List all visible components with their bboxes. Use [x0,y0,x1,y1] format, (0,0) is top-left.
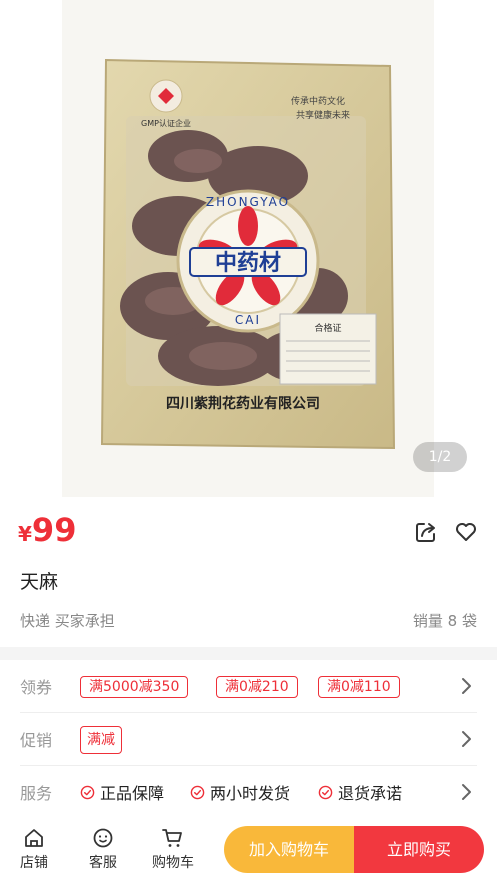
product-options: 领券 满5000减350 满0减210 满0减110 促销 满减 服务 正品保障… [0,660,497,820]
currency-symbol: ¥ [18,522,32,546]
customer-service-tab[interactable]: 客服 [75,826,131,872]
customer-service-tab-label: 客服 [89,855,117,871]
packet-gmp-text: GMP认证企业 [141,118,191,128]
cart-tab-label: 购物车 [152,855,194,871]
service-row[interactable]: 服务 正品保障 两小时发货 退货承诺 [0,766,497,818]
image-counter: 1/2 [413,442,467,472]
coupon-row[interactable]: 领券 满5000减350 满0减210 满0减110 [0,660,497,712]
service-item: 两小时发货 [190,780,290,804]
packet-slogan-2-text: 共享健康未来 [296,109,350,121]
cart-icon [162,829,182,847]
chevron-right-icon [462,731,471,747]
product-title: 天麻 [20,571,59,593]
promotion-label: 促销 [20,731,53,750]
heart-icon[interactable] [453,519,479,545]
service-item-label: 退货承诺 [338,784,403,803]
coupon-tag[interactable]: 满0减110 [318,676,400,698]
share-icon[interactable] [413,519,439,545]
service-item: 正品保障 [80,780,164,804]
packet-ring-top-text: ZHONGYAO [206,195,290,209]
coupon-tag[interactable]: 满5000减350 [80,676,189,698]
service-item-label: 两小时发货 [210,784,291,803]
store-tab[interactable]: 店铺 [6,826,62,872]
sales-count: 销量 8 袋 [412,612,477,630]
packet-company-text: 四川紫荆花药业有限公司 [166,395,320,412]
packet-slogan-1-text: 传承中药文化 [291,95,345,107]
check-circle-icon [190,785,205,799]
promotion-tag: 满减 [80,726,122,754]
chevron-right-icon [462,678,471,694]
cart-tab[interactable]: 购物车 [145,826,201,872]
promotion-row[interactable]: 促销 满减 [0,713,497,765]
store-icon [25,829,43,847]
service-item-label: 正品保障 [100,784,165,803]
service-icon [93,828,113,848]
add-to-cart-button[interactable]: 加入购物车 [224,826,354,873]
price-value: 99 [31,511,77,549]
service-item: 退货承诺 [318,780,402,804]
product-info-card: ¥99 天麻 快递 买家承担 销量 8 袋 [0,497,497,647]
product-photo: 中药材 ZHONGYAO CAI GMP认证企业 传承中药文化 共享健康未来 合… [100,58,396,450]
bottom-action-bar: 店铺 客服 购物车 加入购物车 立即购买 [0,820,497,883]
coupon-tag[interactable]: 满0减210 [216,676,298,698]
packet-ring-bottom-text: CAI [235,313,261,327]
check-circle-icon [80,785,95,799]
shipping-info: 快递 买家承担 [20,612,115,630]
packet-spec-title-text: 合格证 [314,322,341,334]
price: ¥99 [18,511,76,549]
product-image-gallery[interactable]: 中药材 ZHONGYAO CAI GMP认证企业 传承中药文化 共享健康未来 合… [0,0,497,497]
chevron-right-icon [462,784,471,800]
packet-brand-text: 中药材 [215,250,281,276]
service-label: 服务 [20,784,53,803]
store-tab-label: 店铺 [20,855,48,871]
buy-now-button[interactable]: 立即购买 [354,826,484,873]
coupon-label: 领券 [20,678,53,697]
check-circle-icon [318,785,333,799]
